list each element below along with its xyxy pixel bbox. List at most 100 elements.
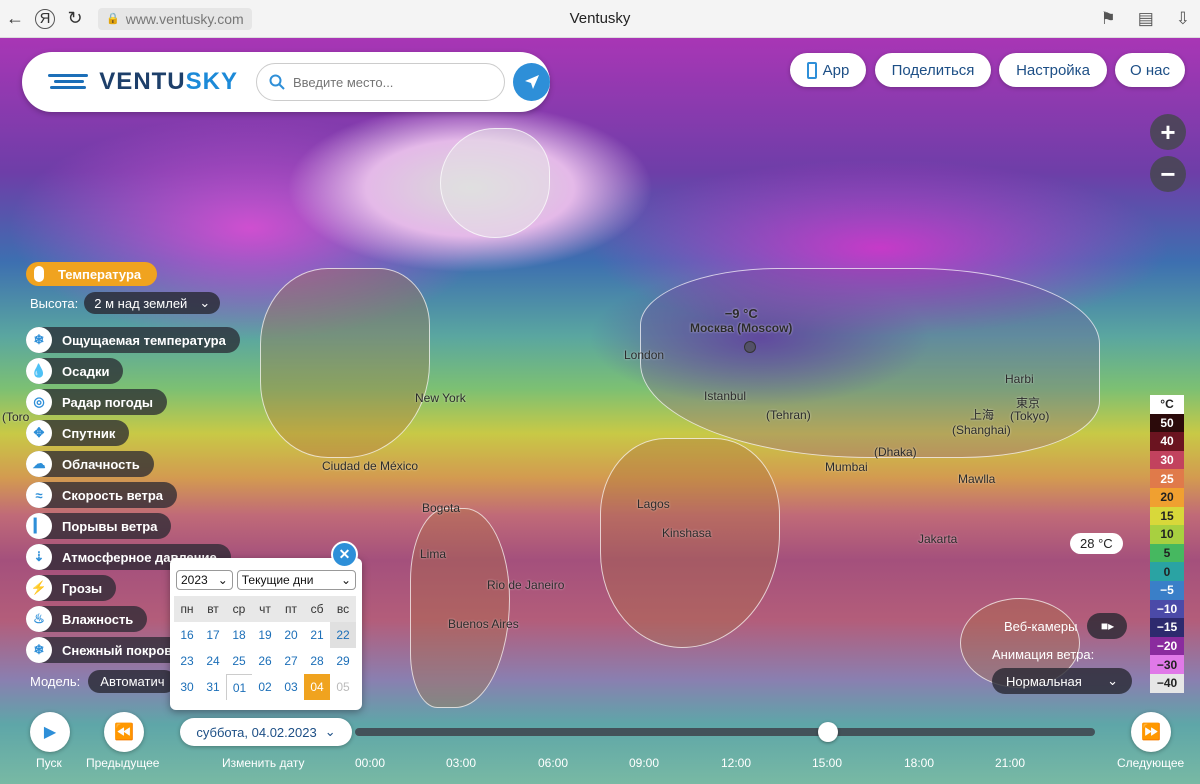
webcam-toggle-button[interactable]: ■▸ [1087,613,1128,639]
city-label[interactable]: New York [415,391,466,405]
download-icon[interactable]: ⇩ [1176,9,1190,29]
legend-item: 40 [1150,432,1184,451]
date-picker: 2023 ⌄ Текущие дни ⌄ пн вт ср чт пт сб вс … [170,558,362,710]
previous-button[interactable]: ⏪ [104,712,144,752]
play-button[interactable]: ▶ [30,712,70,752]
app-button[interactable]: App [790,53,866,87]
layer-wind-speed[interactable]: ≈ Скорость ветра [26,482,177,508]
pressure-icon: ⇣ [26,544,52,570]
calendar-day[interactable]: 19 [252,622,278,648]
calendar-day[interactable]: 18 [226,622,252,648]
address-bar[interactable]: 🔒 www.ventusky.com [98,7,252,30]
search-box[interactable] [256,63,506,101]
city-label[interactable]: Jakarta [918,532,957,546]
city-label[interactable]: (Tehran) [766,408,811,422]
timeline-tick: 21:00 [995,756,1026,770]
about-button[interactable]: О нас [1115,53,1185,87]
rewind-icon: ⏪ [114,724,134,741]
weekday-label: пт [278,596,304,622]
selected-city-marker[interactable]: −9 °C Москва (Moscow) [690,306,792,353]
city-label[interactable]: Lagos [637,497,670,511]
search-input[interactable] [293,74,493,90]
zoom-in-button[interactable]: + [1150,114,1186,150]
city-label[interactable]: Ciudad de México [322,459,418,473]
next-button[interactable]: ⏩ [1131,712,1171,752]
city-label[interactable]: Harbi [1005,372,1034,386]
timeline-tick: 09:00 [629,756,660,770]
calendar-day[interactable]: 16 [174,622,200,648]
wind-gusts-icon: ▎ [26,513,52,539]
city-label[interactable]: Mawlla [958,472,995,486]
city-label[interactable]: (Tokyo) [1010,409,1049,423]
layer-radar[interactable]: ◎ Радар погоды [26,389,167,415]
close-calendar-button[interactable]: ✕ [331,541,358,568]
settings-button[interactable]: Настройка [999,53,1107,87]
satellite-icon: ✥ [26,420,52,446]
city-label[interactable]: London [624,348,664,362]
calendar-day[interactable]: 22 [330,622,356,648]
city-label[interactable]: Istanbul [704,389,746,403]
calendar-day[interactable]: 27 [278,648,304,674]
city-label[interactable]: Bogota [422,501,460,515]
city-label[interactable]: 上海 [970,406,994,423]
zoom-out-button[interactable]: − [1150,156,1186,192]
layer-satellite[interactable]: ✥ Спутник [26,420,130,446]
layer-wind-gusts[interactable]: ▎ Порывы ветра [26,513,172,539]
calendar-day[interactable]: 25 [226,648,252,674]
legend-unit: °C [1150,395,1184,414]
selected-city-temp: −9 °C [724,306,758,321]
back-arrow-icon[interactable]: ← [0,4,30,34]
layer-temperature-active[interactable]: Температура [26,262,158,286]
city-label[interactable]: Kinshasa [662,526,711,540]
play-icon: ▶ [43,724,57,741]
calendar-day[interactable]: 29 [330,648,356,674]
calendar-day[interactable]: 20 [278,622,304,648]
calendar-day-selected[interactable]: 04 [304,674,330,700]
city-label[interactable]: Rio de Janeiro [487,578,564,592]
browser-toolbar: ← Я ↻ 🔒 www.ventusky.com Ventusky ⚑ ▤ ⇩ [0,0,1200,38]
cloud-icon: ☁ [26,451,52,477]
locate-me-button[interactable] [513,63,550,101]
timeline-track[interactable] [355,728,1095,736]
city-label[interactable]: Buenos Aires [448,617,519,631]
year-select[interactable]: 2023 ⌄ [176,570,233,590]
city-label[interactable]: Mumbai [825,460,868,474]
layer-precipitation[interactable]: 💧 Осадки [26,358,124,384]
calendar-day[interactable]: 02 [252,674,278,700]
calendar-day[interactable]: 24 [200,648,226,674]
wind-animation-select[interactable]: Нормальная ⌄ [992,668,1132,694]
layer-humidity[interactable]: ♨ Влажность [26,606,148,632]
address-text: www.ventusky.com [125,10,244,27]
chevron-down-icon: ⌄ [217,573,228,587]
height-select[interactable]: 2 м над землей ⌄ [84,292,221,314]
share-button[interactable]: Поделиться [875,53,991,87]
bookmark-icon[interactable]: ⚑ [1100,9,1115,29]
ventusky-logo[interactable]: VENTUSKY [48,68,238,96]
layer-feels-like[interactable]: ❄ Ощущаемая температура [26,327,240,353]
timeline-handle[interactable] [818,722,838,742]
layer-thunderstorms[interactable]: ⚡ Грозы [26,575,117,601]
range-select[interactable]: Текущие дни ⌄ [236,570,356,590]
calendar-day[interactable]: 17 [200,622,226,648]
calendar-day[interactable]: 01 [226,674,252,700]
weekday-label: ср [226,596,252,622]
calendar-day[interactable]: 30 [174,674,200,700]
humidity-icon: ♨ [26,606,52,632]
calendar-day[interactable]: 23 [174,648,200,674]
layer-snow-cover[interactable]: ❄ Снежный покров [26,637,187,663]
city-label[interactable]: (Dhaka) [874,445,917,459]
calendar-day[interactable]: 26 [252,648,278,674]
calendar-day[interactable]: 31 [200,674,226,700]
change-date-button[interactable]: суббота, 04.02.2023 ⌄ [180,718,352,746]
city-label[interactable]: (Toro [2,410,29,424]
model-select[interactable]: Автоматич [88,670,177,693]
collections-icon[interactable]: ▤ [1138,9,1154,29]
calendar-day[interactable]: 03 [278,674,304,700]
calendar-day[interactable]: 21 [304,622,330,648]
calendar-day[interactable]: 28 [304,648,330,674]
city-label[interactable]: (Shanghai) [952,423,1011,437]
city-label[interactable]: Lima [420,547,446,561]
yandex-icon[interactable]: Я [35,8,55,29]
layer-clouds[interactable]: ☁ Облачность [26,451,154,477]
reload-icon[interactable]: ↻ [60,4,90,34]
